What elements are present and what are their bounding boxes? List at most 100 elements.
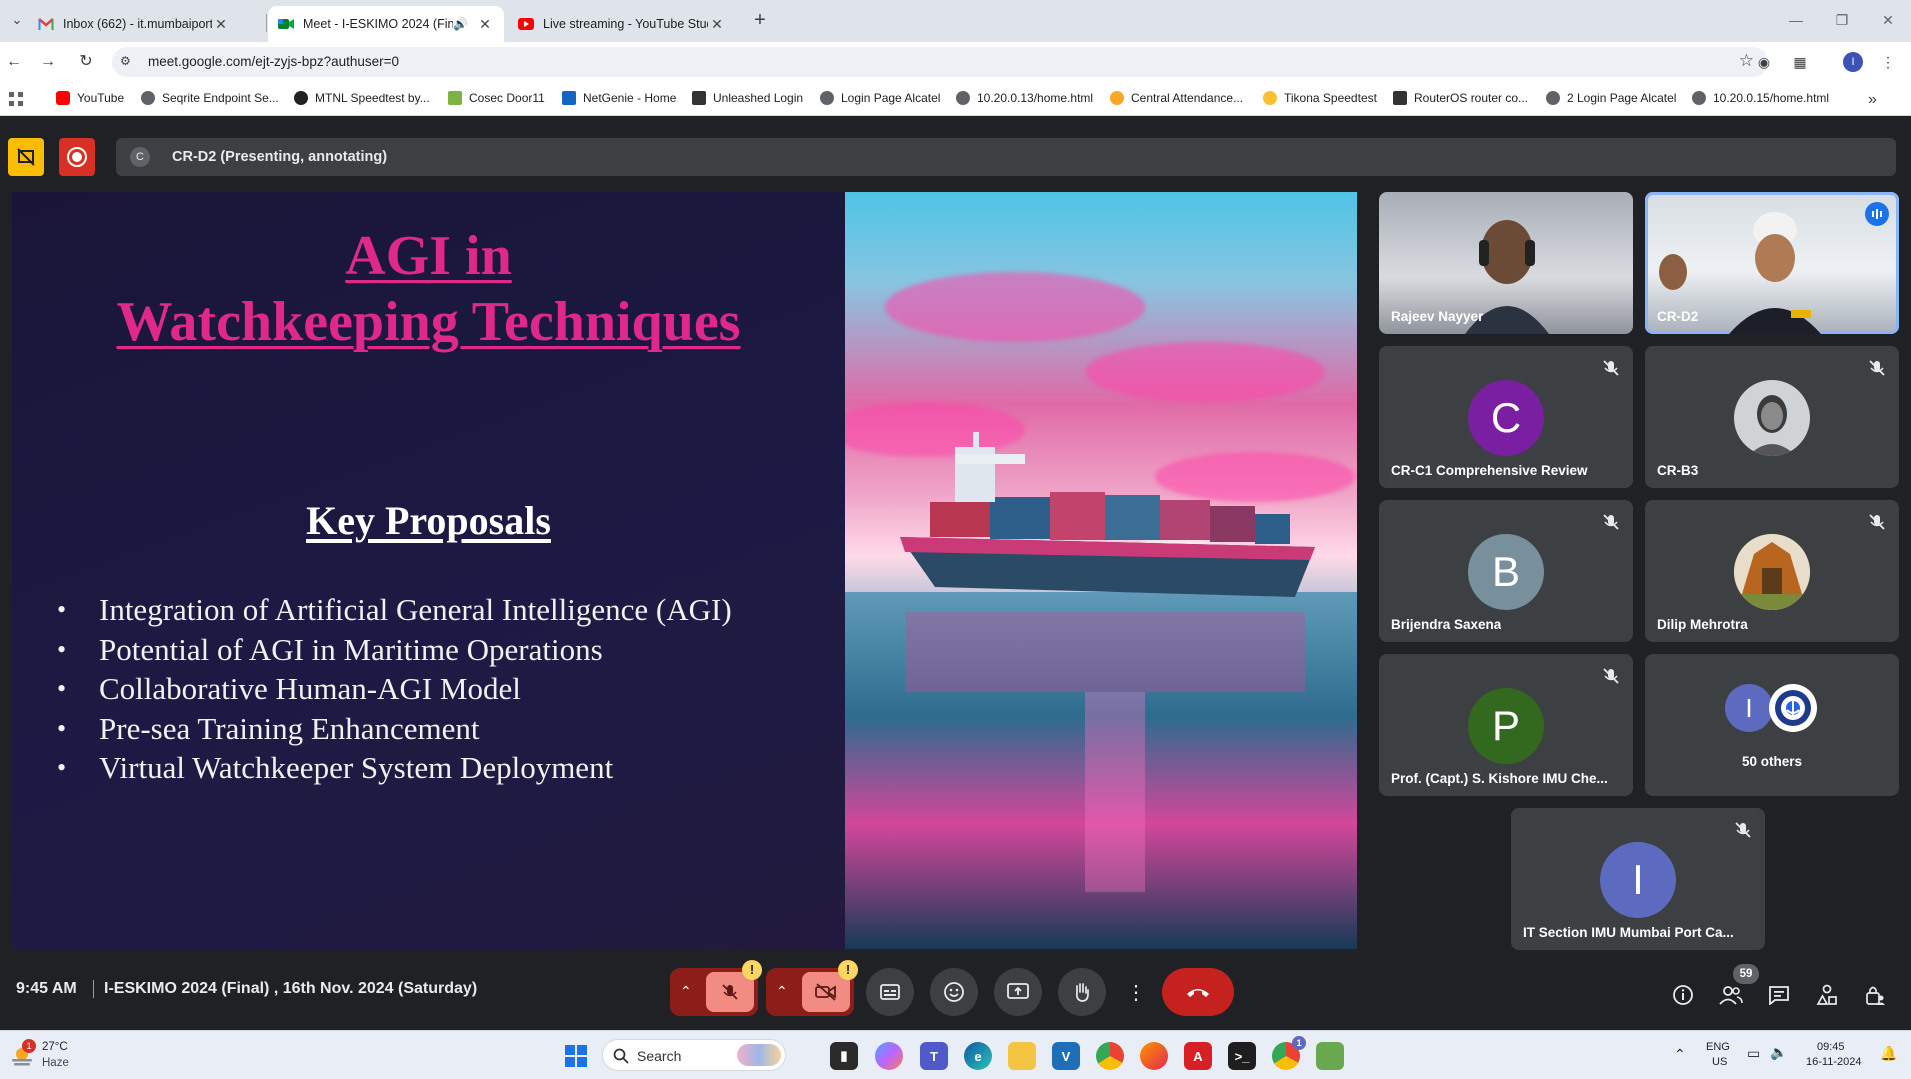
weather-condition: Haze xyxy=(42,1057,69,1069)
tab-title: Inbox (662) - it.mumbaiport@i xyxy=(63,17,212,31)
system-clock-date[interactable]: 16-11-2024 xyxy=(1806,1056,1861,1068)
participant-tile[interactable]: I IT Section IMU Mumbai Port Ca... xyxy=(1511,808,1765,950)
participant-name: Dilip Mehrotra xyxy=(1657,617,1748,632)
tab-youtube-studio[interactable]: Live streaming - YouTube Studi ✕ xyxy=(508,6,736,42)
close-window-icon[interactable]: ✕ xyxy=(1865,6,1911,34)
bookmark-tikona[interactable]: Tikona Speedtest xyxy=(1263,91,1377,105)
globe-icon xyxy=(820,91,834,105)
speaker-icon[interactable]: 🔊 xyxy=(453,17,468,31)
bookmark-unleashed[interactable]: Unleashed Login xyxy=(692,91,803,105)
slide-title-line-2: Watchkeeping Techniques xyxy=(116,291,741,353)
bookmark-alcatel-2[interactable]: 2 Login Page Alcatel xyxy=(1546,91,1676,105)
forward-arrow-icon[interactable]: → xyxy=(36,50,60,74)
bookmark-seqrite[interactable]: Seqrite Endpoint Se... xyxy=(141,91,279,105)
volume-icon[interactable]: 🔈 xyxy=(1770,1044,1787,1061)
weather-widget[interactable]: 1 xyxy=(10,1039,36,1069)
attendance-icon xyxy=(1110,91,1124,105)
profile-avatar[interactable]: I xyxy=(1843,52,1863,72)
close-tab-icon[interactable]: ✕ xyxy=(476,16,494,33)
tab-gmail[interactable]: Inbox (662) - it.mumbaiport@i ✕ xyxy=(28,6,240,42)
host-controls-button[interactable] xyxy=(1862,982,1888,1008)
extension-grammarly-icon[interactable]: ◉ xyxy=(1753,51,1775,73)
language-bottom[interactable]: US xyxy=(1712,1056,1727,1068)
routeros-icon xyxy=(1393,91,1407,105)
mic-options-chevron-icon[interactable]: ⌃ xyxy=(680,983,692,1000)
site-settings-icon[interactable]: ⚙ xyxy=(120,54,136,70)
bookmark-alcatel[interactable]: Login Page Alcatel xyxy=(820,91,940,105)
minimize-icon[interactable]: — xyxy=(1773,6,1819,34)
activities-button[interactable] xyxy=(1814,982,1840,1008)
leave-call-button[interactable] xyxy=(1162,968,1234,1016)
reload-icon[interactable]: ↻ xyxy=(74,50,98,74)
bookmark-central-attendance[interactable]: Central Attendance... xyxy=(1110,91,1243,105)
url-text[interactable]: meet.google.com/ejt-zyjs-bpz?authuser=0 xyxy=(148,54,399,69)
bookmark-star-icon[interactable]: ☆ xyxy=(1739,51,1754,71)
recording-button[interactable] xyxy=(59,138,95,176)
edge-icon[interactable]: e xyxy=(964,1042,992,1070)
reactions-button[interactable] xyxy=(930,968,978,1016)
bookmark-mtnl[interactable]: MTNL Speedtest by... xyxy=(294,91,430,105)
chat-button[interactable] xyxy=(1766,982,1792,1008)
apps-grid-icon[interactable] xyxy=(8,91,24,107)
restore-icon[interactable]: ❐ xyxy=(1819,6,1865,34)
meeting-details-button[interactable] xyxy=(1670,982,1696,1008)
acrobat-icon[interactable]: A xyxy=(1184,1042,1212,1070)
participant-tile-speaking[interactable]: CR-D2 xyxy=(1645,192,1899,334)
tab-meet[interactable]: Meet - I-ESKIMO 2024 (Fina 🔊 ✕ xyxy=(268,6,504,42)
bookmark-netgenie[interactable]: NetGenie - Home xyxy=(562,91,676,105)
network-app-icon[interactable] xyxy=(1316,1042,1344,1070)
others-tile[interactable]: I 50 others xyxy=(1645,654,1899,796)
bookmark-10-20-0-13[interactable]: 10.20.0.13/home.html xyxy=(956,91,1093,105)
weather-alert-badge: 1 xyxy=(22,1039,36,1053)
more-bookmarks-chevron-icon[interactable]: » xyxy=(1868,91,1877,109)
raise-hand-button[interactable] xyxy=(1058,968,1106,1016)
presenter-avatar: C xyxy=(130,147,150,167)
bookmark-cosec[interactable]: Cosec Door11 xyxy=(448,91,545,105)
participant-name: Brijendra Saxena xyxy=(1391,617,1502,632)
camera-options-chevron-icon[interactable]: ⌃ xyxy=(776,983,788,1000)
taskbar-search-box[interactable]: Search xyxy=(602,1039,786,1071)
network-icon[interactable]: ▭ xyxy=(1747,1045,1760,1062)
participant-tile[interactable]: B Brijendra Saxena xyxy=(1379,500,1633,642)
bookmark-10-20-0-15[interactable]: 10.20.0.15/home.html xyxy=(1692,91,1829,105)
language-top[interactable]: ENG xyxy=(1706,1041,1730,1053)
gmail-icon xyxy=(38,16,54,32)
slide-title-line-1: AGI in xyxy=(345,225,512,287)
windows-start-icon[interactable] xyxy=(564,1044,588,1068)
participant-tile[interactable]: P Prof. (Capt.) S. Kishore IMU Che... xyxy=(1379,654,1633,796)
participant-tile[interactable]: Rajeev Nayyer xyxy=(1379,192,1633,334)
annotate-toggle-button[interactable] xyxy=(8,138,44,176)
firefox-icon[interactable] xyxy=(1140,1042,1168,1070)
notification-bell-icon[interactable]: 🔔 xyxy=(1880,1045,1897,1062)
chrome-profile-icon[interactable]: 1 xyxy=(1272,1036,1306,1070)
new-tab-plus-icon[interactable]: + xyxy=(748,9,772,33)
back-arrow-icon[interactable]: ← xyxy=(2,50,26,74)
present-button[interactable] xyxy=(994,968,1042,1016)
copilot-icon[interactable] xyxy=(875,1042,903,1070)
teams-icon[interactable]: T xyxy=(920,1042,948,1070)
task-view-icon[interactable]: ▮ xyxy=(830,1042,858,1070)
address-bar[interactable]: ⚙ meet.google.com/ejt-zyjs-bpz?authuser=… xyxy=(112,47,1768,77)
globe-icon xyxy=(141,91,155,105)
bookmark-youtube[interactable]: YouTube xyxy=(56,91,124,105)
show-hidden-icons-chevron-icon[interactable]: ⌃ xyxy=(1674,1046,1686,1063)
participant-tile[interactable]: Dilip Mehrotra xyxy=(1645,500,1899,642)
bookmark-routeros[interactable]: RouterOS router co... xyxy=(1393,91,1528,105)
captions-button[interactable] xyxy=(866,968,914,1016)
extensions-puzzle-icon[interactable]: ▦ xyxy=(1789,51,1811,73)
vpn-app-icon[interactable]: V xyxy=(1052,1042,1080,1070)
system-clock-time[interactable]: 09:45 xyxy=(1817,1041,1845,1053)
close-tab-icon[interactable]: ✕ xyxy=(708,16,726,33)
participant-avatar: I xyxy=(1725,684,1773,732)
people-button[interactable] xyxy=(1718,982,1744,1008)
more-menu-icon[interactable]: ⋮ xyxy=(1877,51,1899,73)
more-options-button[interactable]: ⋮ xyxy=(1122,968,1150,1016)
terminal-icon[interactable]: >_ xyxy=(1228,1042,1256,1070)
participant-tile[interactable]: CR-B3 xyxy=(1645,346,1899,488)
chrome-icon[interactable] xyxy=(1096,1042,1124,1070)
close-tab-icon[interactable]: ✕ xyxy=(212,16,230,33)
participant-tile[interactable]: C CR-C1 Comprehensive Review xyxy=(1379,346,1633,488)
file-explorer-icon[interactable] xyxy=(1008,1042,1036,1070)
presentation-stage[interactable]: AGI in Watchkeeping Techniques Key Propo… xyxy=(12,192,1357,949)
tab-search-chevron-icon[interactable]: ⌄ xyxy=(6,9,28,31)
